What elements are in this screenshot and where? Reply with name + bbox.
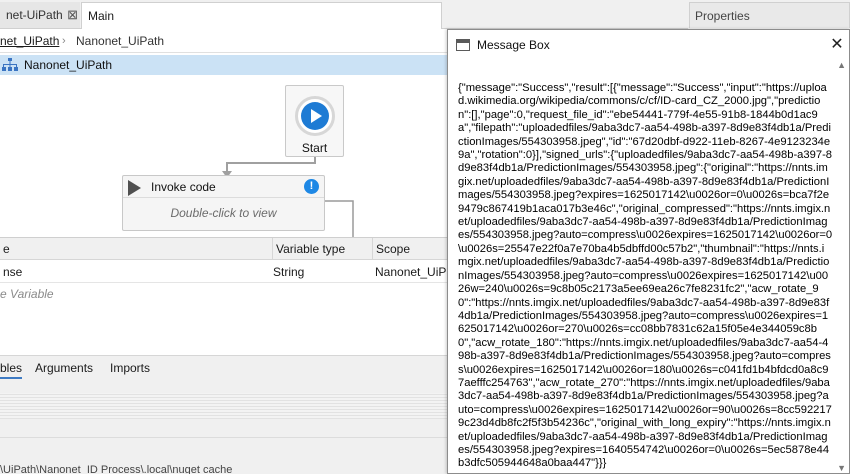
message-box-scrollbar[interactable]: ▲ ▼ [833, 60, 849, 473]
column-header-name[interactable]: e [0, 238, 272, 260]
breadcrumb-item-sequence[interactable]: Nanonet_UiPath [76, 29, 164, 52]
start-label: Start [301, 141, 328, 155]
tab-close-icon[interactable]: ⊠ [67, 2, 78, 28]
lower-panel: \UiPath\Nanonet_ID Process\.local\nuget … [0, 383, 447, 474]
designer-canvas[interactable]: Nanonet_UiPath Start Invoke code ! Doubl… [0, 53, 447, 239]
invoke-code-activity[interactable]: Invoke code ! Double-click to view [122, 175, 325, 231]
invoke-play-icon [128, 180, 141, 196]
variable-name-cell[interactable]: nse [0, 261, 270, 283]
flow-connector-right [325, 200, 354, 239]
output-strip: \UiPath\Nanonet_ID Process\.local\nuget … [0, 437, 447, 474]
panel-splitter[interactable] [0, 393, 447, 419]
message-box-titlebar[interactable]: Message Box ✕ [448, 30, 849, 60]
message-box-title: Message Box [477, 38, 550, 52]
sequence-icon [2, 58, 18, 71]
variables-panel: e Variable type Scope nse String Nanonet… [0, 237, 447, 355]
invoke-code-hint: Double-click to view [170, 206, 277, 220]
table-row[interactable]: nse String Nanonet_UiP [0, 261, 447, 283]
tab-arguments[interactable]: Arguments [35, 361, 93, 375]
sequence-header[interactable]: Nanonet_UiPath [0, 55, 447, 75]
close-icon[interactable]: ✕ [825, 33, 849, 57]
column-header-scope[interactable]: Scope [372, 238, 447, 260]
play-icon [301, 102, 329, 130]
bottom-tabstrip: bles Arguments Imports [0, 355, 447, 383]
start-circle [295, 96, 335, 136]
tab-label: Main [88, 9, 115, 23]
window-icon [456, 39, 470, 51]
tab-nanonet-uipath[interactable]: net-UiPath ⊠ [0, 2, 80, 28]
variable-type-cell[interactable]: String [270, 261, 372, 283]
tab-label: net-UiPath [6, 8, 63, 22]
status-path: \UiPath\Nanonet_ID Process\.local\nuget … [0, 464, 233, 474]
variables-header: e Variable type Scope [0, 238, 447, 260]
sequence-title: Nanonet_UiPath [24, 58, 113, 72]
tab-properties[interactable]: Properties [689, 2, 850, 28]
breadcrumb: net_UiPath › Nanonet_UiPath [0, 29, 447, 53]
warning-icon[interactable]: ! [304, 179, 319, 194]
tab-imports[interactable]: Imports [110, 361, 150, 375]
document-tabstrip: net-UiPath ⊠ Main [0, 0, 688, 29]
invoke-code-title: Invoke code [151, 180, 216, 194]
breadcrumb-item-project[interactable]: net_UiPath [0, 29, 59, 52]
tab-main[interactable]: Main [81, 2, 442, 29]
tab-label: Properties [695, 9, 750, 23]
tab-variables[interactable]: bles [0, 361, 23, 379]
scroll-down-icon[interactable]: ▼ [837, 463, 846, 473]
message-box-dialog[interactable]: Message Box ✕ {"message":"Success","resu… [447, 29, 850, 474]
create-variable-link[interactable]: e Variable [0, 284, 54, 304]
start-node[interactable]: Start [285, 85, 344, 157]
invoke-code-header: Invoke code ! [123, 176, 324, 198]
variable-scope-cell[interactable]: Nanonet_UiP [372, 261, 447, 283]
scroll-up-icon[interactable]: ▲ [837, 60, 846, 70]
message-box-text: {"message":"Success","result":[{"message… [458, 82, 833, 470]
column-header-type[interactable]: Variable type [272, 238, 372, 260]
breadcrumb-separator-icon: › [62, 35, 66, 47]
